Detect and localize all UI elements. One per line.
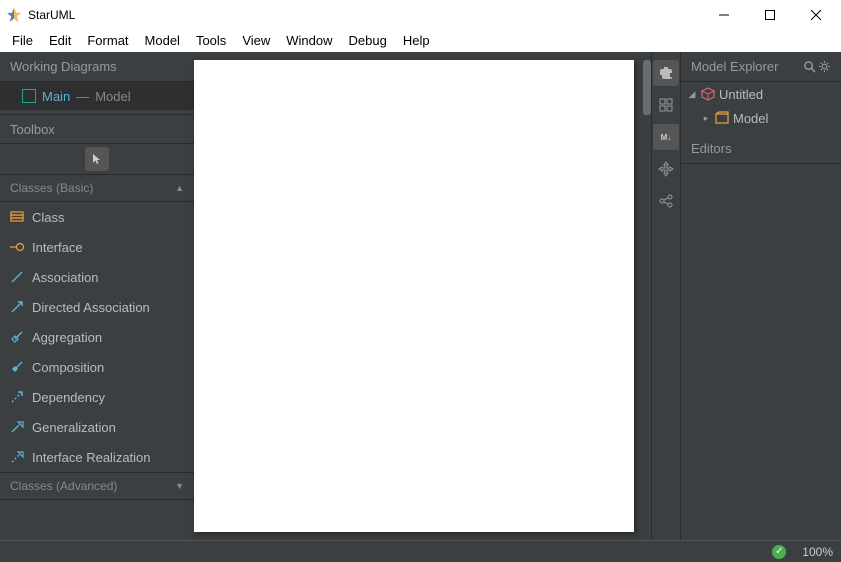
tool-aggregation-label: Aggregation — [32, 330, 102, 345]
statusbar: ✓ 100% — [0, 540, 841, 562]
association-icon — [10, 270, 24, 284]
toolbox-label: Toolbox — [10, 122, 55, 137]
menu-view[interactable]: View — [234, 31, 278, 50]
menu-format[interactable]: Format — [79, 31, 136, 50]
menubar: File Edit Format Model Tools View Window… — [0, 30, 841, 52]
editors-header: Editors — [681, 134, 841, 164]
tool-generalization[interactable]: Generalization — [0, 412, 194, 442]
menu-model[interactable]: Model — [137, 31, 188, 50]
model-explorer-header: Model Explorer — [681, 52, 841, 82]
vertical-scrollbar[interactable] — [643, 60, 651, 115]
working-diagrams-header: Working Diagrams — [0, 52, 194, 82]
interface-icon — [10, 240, 24, 254]
diagram-sep: — — [76, 89, 89, 104]
collapse-up-icon: ▲ — [175, 183, 184, 193]
diagram-main-label: Main — [42, 89, 70, 104]
tool-interface-realization[interactable]: Interface Realization — [0, 442, 194, 472]
gear-icon[interactable] — [818, 60, 831, 73]
menu-help[interactable]: Help — [395, 31, 438, 50]
model-label: Model — [733, 111, 768, 126]
right-panel: Model Explorer ◢ Untitled ▸ Model Editor… — [681, 52, 841, 540]
section-classes-basic[interactable]: Classes (Basic) ▲ — [0, 174, 194, 202]
tool-dependency[interactable]: Dependency — [0, 382, 194, 412]
expand-right-icon[interactable]: ▸ — [701, 113, 711, 124]
tool-generalization-label: Generalization — [32, 420, 116, 435]
tool-directed-association[interactable]: Directed Association — [0, 292, 194, 322]
model-explorer-label: Model Explorer — [691, 59, 778, 74]
tool-interface[interactable]: Interface — [0, 232, 194, 262]
app-title: StarUML — [28, 8, 701, 22]
move-icon[interactable] — [653, 156, 679, 182]
tool-composition-label: Composition — [32, 360, 104, 375]
aggregation-icon — [10, 330, 24, 344]
right-toolstrip: M↓ — [651, 52, 681, 540]
tree-project[interactable]: ◢ Untitled — [681, 82, 841, 106]
generalization-icon — [10, 420, 24, 434]
left-panel: Working Diagrams Main — Model Toolbox Cl… — [0, 52, 194, 540]
tool-interface-label: Interface — [32, 240, 83, 255]
tool-class-label: Class — [32, 210, 65, 225]
menu-window[interactable]: Window — [278, 31, 340, 50]
composition-icon — [10, 360, 24, 374]
directed-association-icon — [10, 300, 24, 314]
maximize-button[interactable] — [747, 0, 793, 30]
zoom-level[interactable]: 100% — [802, 545, 833, 559]
extension-icon[interactable] — [653, 60, 679, 86]
toolbox-header: Toolbox — [0, 114, 194, 144]
menu-debug[interactable]: Debug — [341, 31, 395, 50]
canvas-area — [194, 52, 651, 540]
cursor-icon — [91, 153, 103, 165]
tool-interface-realization-label: Interface Realization — [32, 450, 151, 465]
section-advanced-label: Classes (Advanced) — [10, 479, 117, 493]
status-ok-icon[interactable]: ✓ — [772, 545, 786, 559]
interface-realization-icon — [10, 450, 24, 464]
tool-class[interactable]: Class — [0, 202, 194, 232]
dependency-icon — [10, 390, 24, 404]
project-icon — [701, 87, 715, 101]
tool-composition[interactable]: Composition — [0, 352, 194, 382]
app-logo-icon — [6, 7, 22, 23]
diagram-sub-label: Model — [95, 89, 130, 104]
section-basic-label: Classes (Basic) — [10, 181, 93, 195]
menu-edit[interactable]: Edit — [41, 31, 79, 50]
grid-icon[interactable] — [653, 92, 679, 118]
tool-association[interactable]: Association — [0, 262, 194, 292]
titlebar: StarUML — [0, 0, 841, 30]
search-icon[interactable] — [803, 60, 816, 73]
collapse-down-icon: ▼ — [175, 481, 184, 491]
diagram-icon — [22, 89, 36, 103]
markdown-icon[interactable]: M↓ — [653, 124, 679, 150]
tree-model[interactable]: ▸ Model — [681, 106, 841, 130]
cursor-tool-row — [0, 144, 194, 174]
section-classes-advanced[interactable]: Classes (Advanced) ▼ — [0, 472, 194, 500]
diagram-canvas[interactable] — [194, 60, 634, 532]
editors-label: Editors — [691, 141, 731, 156]
working-diagrams-label: Working Diagrams — [10, 59, 117, 74]
menu-file[interactable]: File — [4, 31, 41, 50]
share-icon[interactable] — [653, 188, 679, 214]
workspace: Working Diagrams Main — Model Toolbox Cl… — [0, 52, 841, 540]
diagram-tab-main[interactable]: Main — Model — [0, 82, 194, 110]
project-label: Untitled — [719, 87, 763, 102]
menu-tools[interactable]: Tools — [188, 31, 234, 50]
minimize-button[interactable] — [701, 0, 747, 30]
tool-aggregation[interactable]: Aggregation — [0, 322, 194, 352]
window-controls — [701, 0, 839, 30]
close-button[interactable] — [793, 0, 839, 30]
select-tool[interactable] — [85, 147, 109, 171]
tool-association-label: Association — [32, 270, 98, 285]
tool-dependency-label: Dependency — [32, 390, 105, 405]
class-icon — [10, 210, 24, 224]
tool-directed-association-label: Directed Association — [32, 300, 150, 315]
model-icon — [715, 111, 729, 125]
expand-down-icon[interactable]: ◢ — [687, 89, 697, 100]
